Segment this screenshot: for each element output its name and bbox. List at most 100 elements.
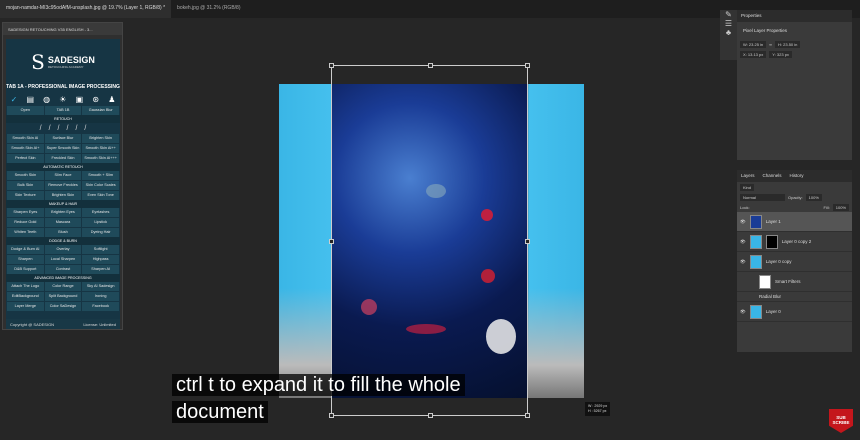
plugin-button[interactable]: Bulk Skin (7, 181, 44, 190)
transform-handle[interactable] (525, 63, 530, 68)
plugin-button[interactable]: Whiten Teeth (7, 228, 44, 237)
sliders-icon[interactable]: ☰ (720, 19, 737, 28)
plugin-button[interactable]: Smooth Skin (7, 171, 44, 180)
plugin-button[interactable]: Mascara (44, 218, 82, 227)
plugin-button[interactable]: Reduce Gold (7, 218, 44, 227)
plugin-button[interactable]: Super Smooth Skin (44, 144, 82, 153)
plugin-button[interactable]: Skin Color Scales (82, 181, 119, 190)
plugin-button[interactable]: Smooth Skin AI+ (7, 144, 44, 153)
link-icon[interactable]: ∞ (769, 42, 772, 47)
plugin-button[interactable]: Perfect Skin (7, 154, 44, 163)
plugin-button[interactable]: Overlay (44, 245, 82, 254)
plugin-button[interactable]: Blush (44, 228, 82, 237)
document-icon[interactable]: ▤ (26, 95, 34, 104)
brush-icon[interactable]: ✎ (720, 10, 737, 19)
plugin-button[interactable]: Gaussian Blur (82, 106, 119, 115)
brush-icon[interactable]: / (40, 125, 42, 132)
plugin-button[interactable]: Dyeing Hair (82, 228, 119, 237)
plugin-button[interactable]: Color SaDesign (44, 302, 82, 311)
transform-handle[interactable] (525, 239, 530, 244)
tab-mojan[interactable]: mojan-namdar-MI3c95odAfM-unsplash.jpg @ … (0, 0, 172, 18)
eraser-icon[interactable]: / (84, 125, 86, 132)
plugin-button[interactable]: Lipstick (82, 218, 119, 227)
tab-layers[interactable]: Layers (741, 173, 755, 179)
y-field[interactable]: Y: 323 px (769, 50, 792, 58)
plugin-button[interactable]: Brighten Skin (82, 134, 119, 143)
layer-row[interactable]: 👁 Layer 0 copy 2 (737, 232, 852, 252)
eye-icon[interactable]: 👁 (740, 259, 746, 265)
pen-icon[interactable]: / (75, 125, 77, 132)
plugin-button[interactable]: EditBackground (7, 292, 44, 301)
plugin-button[interactable]: Local Sharpen (44, 255, 82, 264)
plugin-button[interactable]: Slim Face (44, 171, 82, 180)
plugin-button[interactable]: Sky AI Sadesign (82, 282, 119, 291)
button-grid: Smooth Skin Slim Face Smooth + Slim Bulk Sk… (6, 171, 120, 200)
eye-icon[interactable]: 👁 (740, 239, 746, 245)
sadesign-logo: S SADESIGN RETOUCHING ACADEMY (31, 49, 95, 74)
sun-icon[interactable]: ☀ (59, 95, 66, 104)
transform-box[interactable] (329, 63, 530, 418)
plugin-button[interactable]: Highpass (82, 255, 119, 264)
plugin-button[interactable]: Color Range (44, 282, 82, 291)
plugin-button[interactable]: Surface Blur (44, 134, 82, 143)
plugin-button[interactable]: Sharpen AI (82, 265, 119, 274)
opacity-field[interactable]: 100% (805, 193, 822, 201)
layer-row[interactable]: 👁 Layer 0 (737, 302, 852, 322)
person-icon[interactable]: ♟ (108, 95, 115, 104)
eye-icon[interactable]: 👁 (740, 309, 746, 315)
x-field[interactable]: X: 13.13 px (740, 50, 767, 58)
subscribe-badge[interactable]: SUB SCRIBE (829, 409, 853, 433)
stamp-icon[interactable]: / (58, 125, 60, 132)
plugin-button[interactable]: Smooth Skin AI++ (82, 144, 119, 153)
properties-tab[interactable]: Properties (741, 13, 762, 18)
plugin-button[interactable]: Layer Merge (7, 302, 44, 311)
height-field[interactable]: H: 23.50 in (775, 40, 801, 48)
circle-icon[interactable]: ◍ (43, 95, 50, 104)
plugin-button[interactable]: Contrast (44, 265, 82, 274)
plugin-button[interactable]: Eyelashes (82, 208, 119, 217)
plugin-button[interactable]: Sharpen (7, 255, 44, 264)
smart-filters-row[interactable]: Smart Filters (737, 272, 852, 292)
brush-icon[interactable]: / (49, 125, 51, 132)
plugin-button[interactable]: Brighten Skin (44, 191, 82, 200)
plugin-button[interactable]: Remove Freckles (44, 181, 82, 190)
layer-row[interactable]: 👁 Layer 1 (737, 212, 852, 232)
blend-mode-select[interactable]: Normal (740, 193, 785, 201)
eye-icon[interactable]: 👁 (740, 219, 746, 225)
plugin-button[interactable]: Freckled Skin (44, 154, 82, 163)
section-header: ADVANCED IMAGE PROCESSING (6, 274, 120, 282)
bandage-icon[interactable]: / (67, 125, 69, 132)
tab-channels[interactable]: Channels (763, 173, 782, 179)
plugin-button[interactable]: Sharpen Eyes (7, 208, 44, 217)
plugin-button[interactable]: Skin Texture (7, 191, 44, 200)
check-icon[interactable]: ✓ (11, 95, 18, 104)
plugin-button[interactable]: Brighten Eyes (44, 208, 82, 217)
transform-handle[interactable] (428, 63, 433, 68)
plugin-button[interactable]: Smooth Skin AI (7, 134, 44, 143)
print-icon[interactable]: ▣ (76, 95, 84, 104)
plugin-button[interactable]: Attach The Logo (7, 282, 44, 291)
rgb-icon[interactable]: ⊛ (92, 95, 99, 104)
plugin-button[interactable]: Open (7, 106, 44, 115)
transform-handle[interactable] (329, 239, 334, 244)
plugin-button[interactable]: Ironing (82, 292, 119, 301)
transform-handle[interactable] (525, 413, 530, 418)
plugin-button[interactable]: TAB 1B (44, 106, 82, 115)
width-field[interactable]: W: 23.25 in (740, 40, 767, 48)
plugin-button[interactable]: Softlight (82, 245, 119, 254)
fill-field[interactable]: 100% (832, 203, 849, 211)
plugin-button[interactable]: Even Skin Tone (82, 191, 119, 200)
kind-filter[interactable]: Kind (740, 183, 755, 191)
stamp-icon[interactable]: ♣ (720, 28, 737, 37)
layer-row[interactable]: 👁 Layer 0 copy (737, 252, 852, 272)
plugin-button[interactable]: Split Background (44, 292, 82, 301)
plugin-button[interactable]: Smooth + Slim (82, 171, 119, 180)
transform-handle[interactable] (329, 63, 334, 68)
filter-row[interactable]: Radial Blur (737, 292, 852, 302)
plugin-button[interactable]: Smooth Skin AI+++ (82, 154, 119, 163)
tab-history[interactable]: History (790, 173, 804, 179)
tab-bokeh[interactable]: bokeh.jpg @ 31.2% (RGB/8) (171, 0, 246, 18)
plugin-button[interactable]: D&B Support (7, 265, 44, 274)
plugin-button[interactable]: Dodge & Burn AI (7, 245, 44, 254)
plugin-button[interactable]: Facebook (82, 302, 119, 311)
